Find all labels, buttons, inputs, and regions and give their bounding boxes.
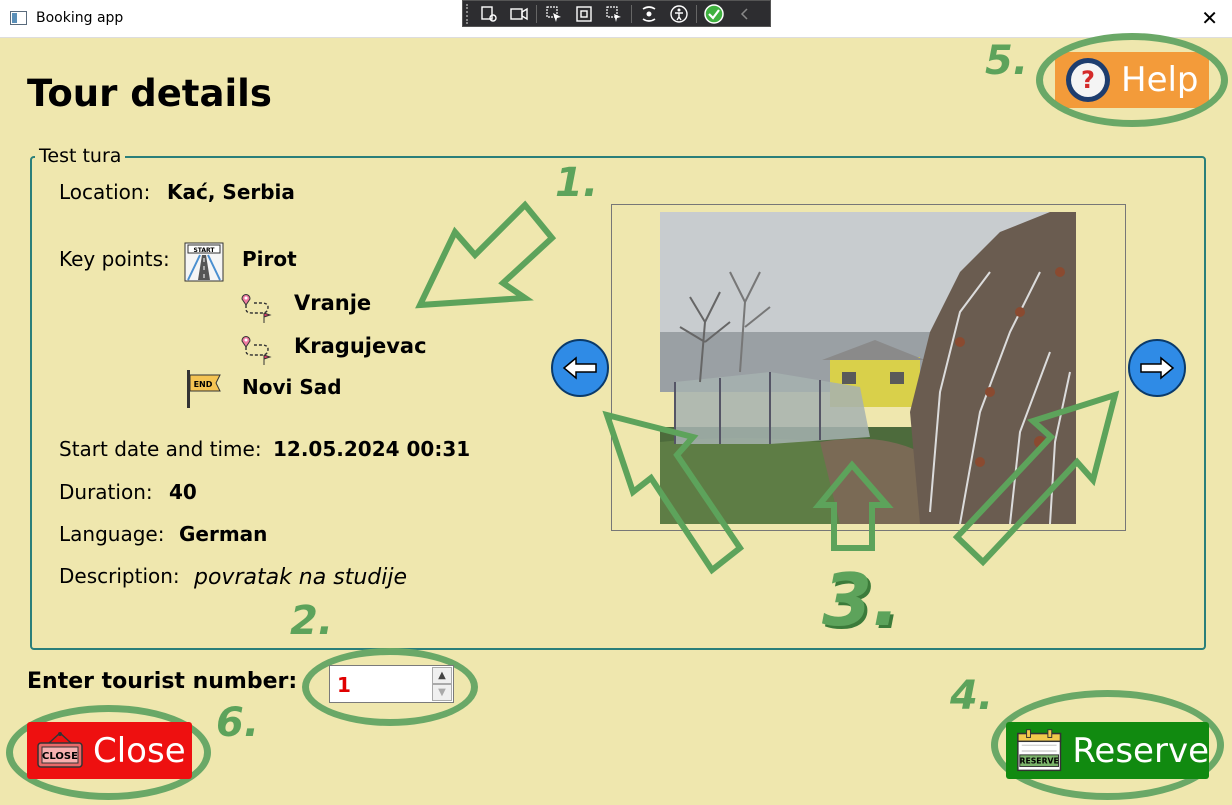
close-button-label: Close — [93, 730, 186, 771]
svg-text:CLOSE: CLOSE — [42, 751, 78, 762]
description-label: Description: — [59, 564, 180, 588]
display-layout-adorners-icon[interactable] — [569, 0, 599, 27]
check-status-icon[interactable] — [699, 0, 729, 27]
annotation-number-3: 3. — [822, 558, 900, 642]
key-point-name: Pirot — [242, 247, 297, 271]
svg-text:END: END — [194, 380, 213, 389]
close-sign-icon: CLOSE — [37, 731, 83, 768]
reserve-button-label: Reserve — [1072, 730, 1209, 771]
window-close-button[interactable]: ✕ — [1201, 4, 1218, 32]
reserve-calendar-icon: RESERVE — [1017, 728, 1062, 771]
collapse-toolbar-icon[interactable] — [729, 0, 759, 27]
stepper-down-icon[interactable]: ▼ — [432, 684, 452, 701]
arrow-left-icon — [562, 356, 597, 380]
start-date-label: Start date and time: — [59, 437, 262, 461]
key-point-name: Vranje — [294, 291, 372, 315]
window-title: Booking app — [36, 10, 124, 26]
start-date-value: 12.05.2024 00:31 — [273, 437, 471, 461]
start-road-icon: START — [184, 242, 224, 282]
reserve-button[interactable]: RESERVE Reserve — [1006, 722, 1209, 779]
page-title: Tour details — [27, 72, 272, 115]
tourist-number-stepper[interactable]: 1 ▲ ▼ — [329, 665, 454, 703]
app-window-icon — [10, 11, 27, 25]
debug-toolbar — [462, 0, 771, 27]
route-waypoint-icon — [241, 294, 272, 323]
record-icon[interactable] — [504, 0, 534, 27]
key-points-label: Key points: — [59, 247, 170, 271]
hot-reload-icon[interactable] — [634, 0, 664, 27]
previous-image-button[interactable] — [551, 339, 609, 397]
svg-text:START: START — [193, 247, 215, 254]
track-focused-element-icon[interactable] — [599, 0, 629, 27]
annotation-number-1: 1. — [555, 160, 599, 206]
end-flag-icon: END — [187, 370, 221, 408]
route-waypoint-icon — [241, 336, 272, 365]
key-point-name: Kragujevac — [294, 334, 427, 358]
stepper-up-icon[interactable]: ▲ — [432, 667, 452, 684]
svg-text:RESERVE: RESERVE — [1020, 756, 1059, 765]
duration-label: Duration: — [59, 480, 153, 504]
annotation-ring-help — [1036, 33, 1228, 127]
language-value: German — [179, 522, 268, 546]
tourist-number-label: Enter tourist number: — [27, 669, 298, 694]
description-value: povratak na studije — [194, 565, 407, 590]
live-visual-tree-icon[interactable] — [474, 0, 504, 27]
toolbar-separator — [631, 4, 632, 23]
key-point-name: Novi Sad — [242, 375, 342, 399]
annotation-number-4: 4. — [950, 673, 994, 719]
duration-value: 40 — [169, 480, 197, 504]
accessibility-icon[interactable] — [664, 0, 694, 27]
annotation-number-5: 5. — [985, 38, 1029, 84]
annotation-number-2: 2. — [290, 598, 334, 644]
arrow-right-icon — [1140, 356, 1175, 380]
toolbar-grip-icon[interactable] — [466, 3, 474, 24]
location-label: Location: — [59, 180, 151, 204]
toolbar-separator — [696, 4, 697, 23]
toolbar-separator — [536, 4, 537, 23]
close-button[interactable]: CLOSE Close — [27, 722, 192, 779]
tour-photo — [660, 212, 1076, 524]
annotation-number-6: 6. — [216, 700, 260, 746]
select-element-icon[interactable] — [539, 0, 569, 27]
location-value: Kać, Serbia — [167, 180, 295, 204]
next-image-button[interactable] — [1128, 339, 1186, 397]
language-label: Language: — [59, 522, 165, 546]
tour-name: Test tura — [35, 145, 126, 167]
tourist-number-input[interactable]: 1 — [337, 673, 351, 697]
